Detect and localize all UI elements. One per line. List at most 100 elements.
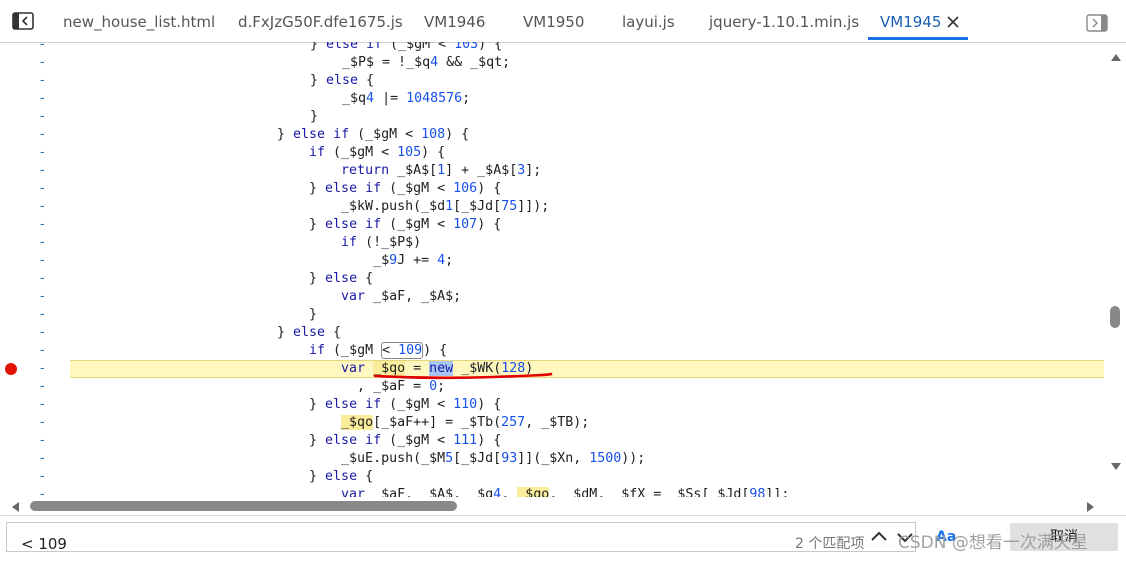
code-line: - } else { (0, 324, 1108, 342)
gutter-marker[interactable]: - (40, 144, 45, 162)
gutter-marker[interactable]: - (40, 342, 45, 360)
code-text: } else if (_$gM < 108) { (277, 127, 470, 142)
gutter-marker[interactable]: - (40, 486, 45, 497)
code-line: - } else { (0, 468, 1108, 486)
gutter-marker[interactable]: - (40, 360, 45, 378)
find-input[interactable]: < 109 2 个匹配项 (6, 522, 916, 553)
code-text: } else { (310, 73, 375, 88)
code-line: - } else if (_$gM < 106) { (0, 180, 1108, 198)
code-text: var _$aF, _$A$; (341, 289, 462, 304)
code-line: - } else if (_$gM < 110) { (0, 396, 1108, 414)
close-tab-icon[interactable] (946, 15, 960, 29)
gutter-marker[interactable]: - (40, 234, 45, 252)
match-count: 2 个匹配项 (795, 536, 865, 552)
gutter-marker[interactable]: - (40, 126, 45, 144)
scroll-up-icon[interactable] (1110, 52, 1122, 62)
gutter-marker[interactable]: - (40, 270, 45, 288)
horizontal-scroll-thumb[interactable] (30, 501, 457, 511)
code-text: _$qo[_$aF++] = _$Tb(257, _$TB); (341, 415, 590, 430)
code-text: return _$A$[1] + _$A$[3]; (341, 163, 542, 178)
scroll-down-icon[interactable] (1110, 462, 1122, 472)
horizontal-scrollbar[interactable] (0, 497, 1108, 515)
code-line: - } (0, 306, 1108, 324)
gutter-marker[interactable]: - (40, 450, 45, 468)
code-line: - var _$aF, _$A$; (0, 288, 1108, 306)
code-text: } else if (_$gM < 107) { (277, 217, 502, 232)
gutter-marker[interactable]: - (40, 180, 45, 198)
red-annotation-underline (373, 372, 553, 380)
gutter-marker[interactable]: - (40, 90, 45, 108)
scroll-right-icon[interactable] (1086, 501, 1096, 513)
gutter-marker[interactable]: - (40, 396, 45, 414)
tab-jquery[interactable]: jquery-1.10.1.min.js (709, 0, 859, 42)
gutter-marker[interactable]: - (40, 42, 45, 54)
code-text: _$P$ = !_$q4 && _$qt; (310, 55, 511, 70)
code-line: - if (!_$P$) (0, 234, 1108, 252)
gutter-marker[interactable]: - (40, 288, 45, 306)
code-line: - } else if (_$gM < 108) { (0, 126, 1108, 144)
code-editor[interactable]: - } else if (_$gM < 103) { - _$P$ = !_$q4 … (0, 42, 1108, 497)
tab-layui[interactable]: layui.js (622, 0, 675, 42)
vertical-scroll-thumb[interactable] (1110, 306, 1120, 328)
gutter-marker[interactable]: - (40, 162, 45, 180)
watermark: CSDN @想看一次满天星 (898, 533, 1088, 553)
code-text: } else { (277, 325, 342, 340)
gutter-marker[interactable]: - (40, 324, 45, 342)
toggle-debugger-icon[interactable] (1086, 14, 1108, 32)
code-line: - _$9J += 4; (0, 252, 1108, 270)
gutter-marker[interactable]: - (40, 216, 45, 234)
scroll-left-icon[interactable] (10, 501, 20, 513)
tab-bar: new_house_list.html d.FxJzG50F.dfe1675.j… (0, 0, 1126, 43)
code-text: } else { (277, 271, 374, 286)
code-line: - _$kW.push(_$d1[_$Jd[75]]); (0, 198, 1108, 216)
toggle-sidebar-icon[interactable] (12, 12, 34, 30)
gutter-marker[interactable]: - (40, 306, 45, 324)
code-text: _$kW.push(_$d1[_$Jd[75]]); (277, 199, 550, 214)
code-text: } else if (_$gM < 110) { (277, 397, 502, 412)
code-line: - _$qo[_$aF++] = _$Tb(257, _$TB); (0, 414, 1108, 432)
code-text: if (_$gM < 109) { (309, 342, 448, 359)
code-line: - _$q4 |= 1048576; (0, 90, 1108, 108)
tab-new-house-list[interactable]: new_house_list.html (63, 0, 215, 42)
code-text: } else if (_$gM < 103) { (310, 42, 503, 52)
code-line: - if (_$gM < 105) { (0, 144, 1108, 162)
code-line: - var _$aF, _$A$, _$q4, _$qo, _$dM, _$fX… (0, 486, 1108, 497)
gutter-marker[interactable]: - (40, 414, 45, 432)
tab-vm1945[interactable]: VM1945 (880, 0, 941, 42)
find-query: < 109 (21, 535, 67, 553)
code-text: if (_$gM < 105) { (309, 145, 446, 160)
code-text: var _$aF, _$A$, _$q4, _$qo, _$dM, _$fX =… (277, 486, 789, 497)
gutter-marker[interactable]: - (40, 252, 45, 270)
code-text: if (!_$P$) (341, 235, 422, 250)
code-line: - } else if (_$gM < 111) { (0, 432, 1108, 450)
code-text: _$q4 |= 1048576; (310, 91, 471, 106)
code-line: - _$uE.push(_$M5[_$Jd[93]](_$Xn, 1500)); (0, 450, 1108, 468)
gutter-marker[interactable]: - (40, 432, 45, 450)
code-line: - if (_$gM < 109) { (0, 342, 1108, 360)
gutter-marker[interactable]: - (40, 468, 45, 486)
code-text: } else if (_$gM < 106) { (277, 181, 502, 196)
gutter-marker[interactable]: - (40, 378, 45, 396)
gutter-marker[interactable]: - (40, 54, 45, 72)
active-tab-indicator (868, 37, 968, 40)
code-line: -} (0, 108, 1108, 126)
paused-line-highlight (70, 360, 1104, 378)
code-text: } (310, 109, 319, 124)
code-text: } else if (_$gM < 111) { (277, 433, 502, 448)
code-text: } else { (277, 469, 374, 484)
code-line: - _$P$ = !_$q4 && _$qt; (0, 54, 1108, 72)
tab-vm1946[interactable]: VM1946 (424, 0, 485, 42)
vertical-scrollbar[interactable] (1108, 42, 1126, 497)
code-text: } (277, 307, 318, 322)
tab-d-fxjzg50f[interactable]: d.FxJzG50F.dfe1675.js (238, 0, 403, 42)
code-text: _$uE.push(_$M5[_$Jd[93]](_$Xn, 1500)); (277, 451, 646, 466)
breakpoint-marker[interactable] (5, 363, 17, 375)
code-text: _$9J += 4; (277, 253, 454, 268)
gutter-marker[interactable]: - (40, 198, 45, 216)
previous-match-icon[interactable] (866, 524, 892, 550)
code-line: - } else { (0, 270, 1108, 288)
gutter-marker[interactable]: - (40, 72, 45, 90)
code-line: - return _$A$[1] + _$A$[3]; (0, 162, 1108, 180)
gutter-marker[interactable]: - (40, 108, 45, 126)
tab-vm1950[interactable]: VM1950 (523, 0, 584, 42)
